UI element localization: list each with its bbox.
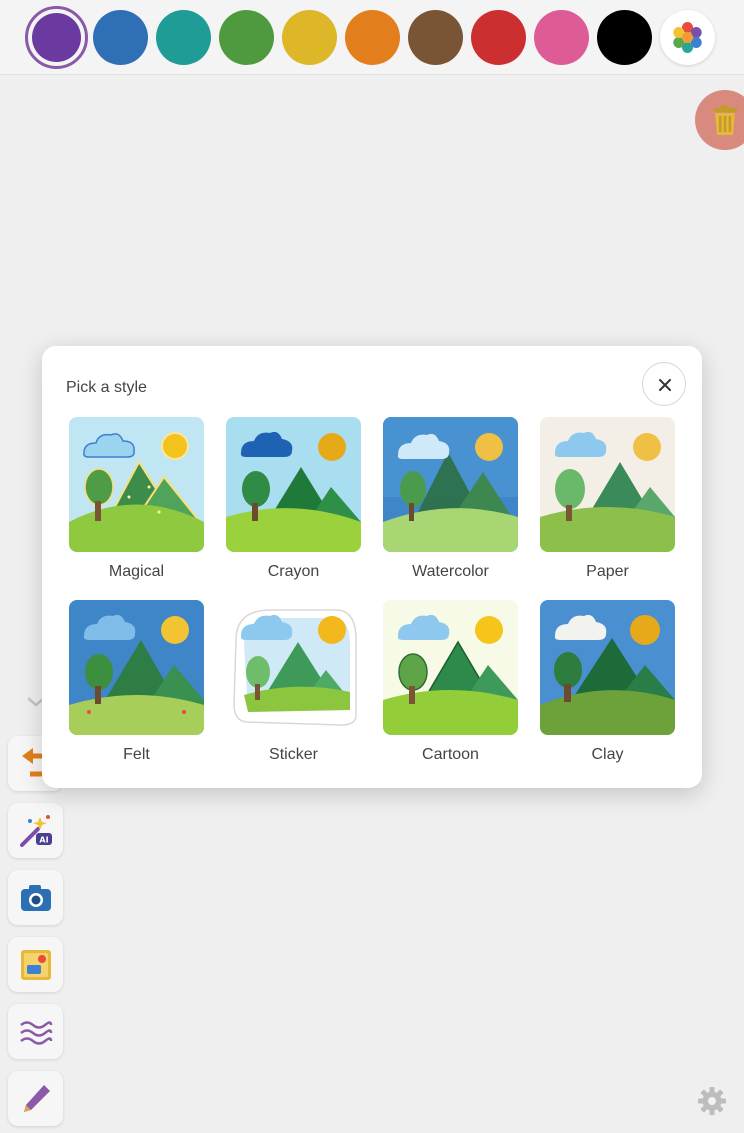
color-swatch-teal[interactable] (156, 10, 211, 65)
style-option-magical[interactable]: Magical (69, 417, 204, 587)
style-option-sticker[interactable]: Sticker (226, 600, 361, 770)
style-label: Magical (108, 563, 165, 580)
color-swatch-yellow[interactable] (282, 10, 337, 65)
close-button[interactable] (642, 362, 686, 406)
color-swatch-black[interactable] (597, 10, 652, 65)
color-swatch-brown[interactable] (408, 10, 463, 65)
style-thumbnail (540, 600, 675, 735)
hexagon-palette-icon (673, 22, 702, 53)
camera-button[interactable] (8, 870, 63, 925)
style-label: Clay (591, 746, 624, 763)
style-thumbnail (383, 417, 518, 552)
color-swatch-red[interactable] (471, 10, 526, 65)
style-label: Watercolor (412, 563, 489, 580)
style-label: Cartoon (422, 746, 479, 763)
more-colors-button[interactable] (660, 10, 715, 65)
ai-magic-wand-icon: AI (20, 815, 52, 847)
trash-icon (713, 105, 737, 135)
pen-button[interactable] (8, 1071, 63, 1126)
sticker-image-icon (21, 950, 51, 980)
style-label: Felt (123, 746, 150, 763)
sticker-button[interactable] (8, 937, 63, 992)
style-thumbnail (69, 417, 204, 552)
color-swatch-green[interactable] (219, 10, 274, 65)
dialog-title: Pick a style (66, 379, 147, 396)
style-option-felt[interactable]: Felt (69, 600, 204, 770)
style-option-crayon[interactable]: Crayon (226, 417, 361, 587)
style-thumbnail (226, 600, 361, 735)
close-icon (659, 379, 671, 391)
svg-text:AI: AI (39, 836, 48, 845)
style-thumbnail (226, 417, 361, 552)
style-option-cartoon[interactable]: Cartoon (383, 600, 518, 770)
ai-magic-button[interactable]: AI (8, 803, 63, 858)
pen-icon (24, 1085, 50, 1112)
style-option-paper[interactable]: Paper (540, 417, 675, 587)
color-swatch-purple[interactable] (25, 6, 88, 69)
color-swatch-blue[interactable] (93, 10, 148, 65)
color-palette-bar (0, 0, 744, 75)
brush-style-button[interactable] (8, 1004, 63, 1059)
style-thumbnail (69, 600, 204, 735)
wave-lines-icon (20, 1021, 53, 1045)
camera-icon (21, 885, 51, 911)
style-thumbnail (540, 417, 675, 552)
style-picker-dialog: Pick a style Magical Crayon Watercolor P… (42, 346, 702, 788)
style-thumbnail (383, 600, 518, 735)
style-label: Crayon (267, 563, 320, 580)
color-swatch-orange[interactable] (345, 10, 400, 65)
settings-button[interactable] (697, 1086, 727, 1116)
color-swatch-pink[interactable] (534, 10, 589, 65)
style-label: Sticker (269, 746, 318, 763)
gear-icon (698, 1087, 726, 1115)
style-option-clay[interactable]: Clay (540, 600, 675, 770)
style-option-watercolor[interactable]: Watercolor (383, 417, 518, 587)
style-label: Paper (586, 563, 629, 580)
